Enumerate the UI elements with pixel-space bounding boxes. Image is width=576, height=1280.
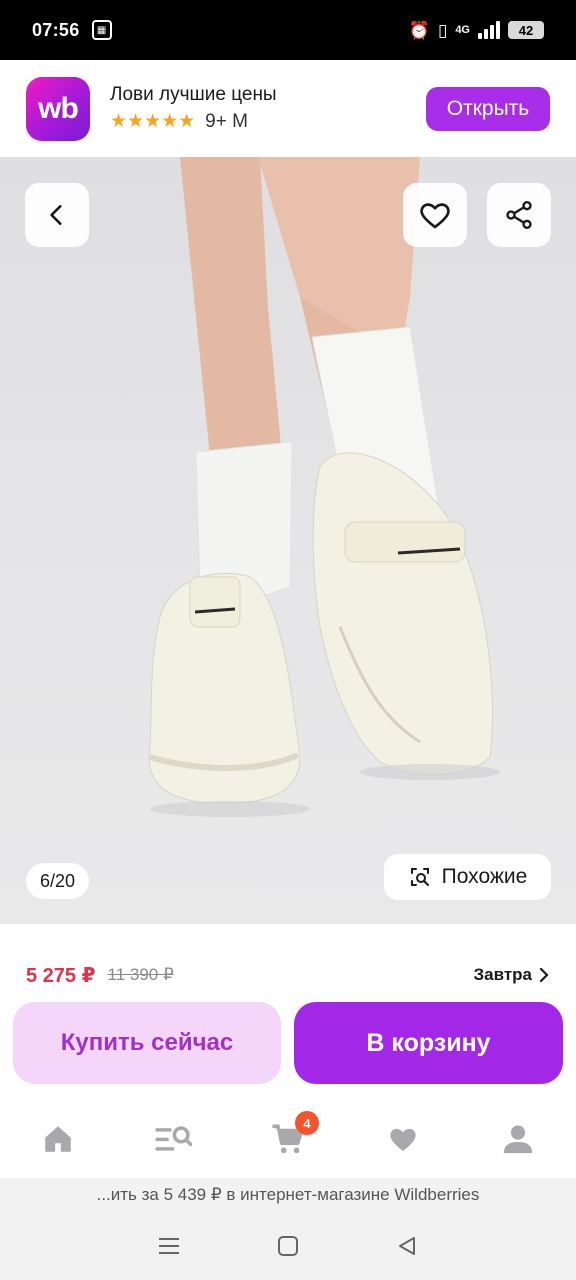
catalog-search-icon xyxy=(155,1126,192,1151)
home-nav-button[interactable] xyxy=(268,1226,308,1266)
vibrate-icon: ▯ xyxy=(437,20,448,40)
heart-icon xyxy=(390,1128,416,1151)
tab-cart[interactable]: 4 xyxy=(253,1109,323,1169)
similar-label: Похожие xyxy=(441,865,528,888)
share-icon xyxy=(506,201,532,229)
status-icons: ⏰ ▯ 4G 42 xyxy=(409,21,544,39)
back-nav-button[interactable] xyxy=(387,1226,427,1266)
tab-profile[interactable] xyxy=(483,1109,553,1169)
network-label: 4G xyxy=(455,24,470,36)
banner-title: Лови лучшие цены xyxy=(110,84,277,105)
share-button[interactable] xyxy=(487,183,551,247)
triangle-back-icon xyxy=(398,1237,415,1255)
image-search-icon xyxy=(410,868,429,886)
alarm-icon: ⏰ xyxy=(408,20,430,40)
image-counter: 6/20 xyxy=(26,863,90,899)
tab-home[interactable] xyxy=(23,1109,93,1169)
profile-icon xyxy=(504,1125,533,1154)
add-to-cart-button[interactable]: В корзину xyxy=(294,1002,563,1084)
heart-icon xyxy=(420,203,450,229)
back-button[interactable] xyxy=(25,183,89,247)
current-price: 5 275 ₽ xyxy=(26,964,96,987)
tab-favorites[interactable] xyxy=(368,1109,438,1169)
wildberries-logo: wb xyxy=(26,76,90,141)
browser-title-bar[interactable]: ...ить за 5 439 ₽ в интернет-магазине Wi… xyxy=(0,1178,576,1212)
chevron-right-icon xyxy=(539,968,549,982)
buy-now-button[interactable]: Купить сейчас xyxy=(13,1002,281,1084)
open-app-button[interactable]: Открыть xyxy=(426,86,550,131)
home-icon xyxy=(44,1126,71,1152)
banner-text: Лови лучшие цены ★★★★★ 9+ M xyxy=(110,84,277,133)
banner-rating: ★★★★★ 9+ M xyxy=(110,110,277,133)
notification-icon: ▦ xyxy=(91,20,112,40)
status-bar: 07:56 ▦ ⏰ ▯ 4G 42 xyxy=(0,0,576,60)
page-title-text: ...ить за 5 439 ₽ в интернет-магазине Wi… xyxy=(96,1185,480,1204)
similar-products-button[interactable]: Похожие xyxy=(384,854,551,900)
delivery-label: Завтра xyxy=(473,965,533,984)
chevron-left-icon xyxy=(50,205,62,225)
signal-icon xyxy=(478,21,500,39)
menu-icon xyxy=(159,1238,180,1254)
square-icon xyxy=(277,1236,298,1256)
battery-icon: 42 xyxy=(508,21,544,39)
app-install-banner: wb Лови лучшие цены ★★★★★ 9+ M Открыть xyxy=(0,60,576,157)
product-image-gallery[interactable]: 6/20 Похожие xyxy=(0,157,576,924)
favorite-button[interactable] xyxy=(403,183,467,247)
recent-apps-button[interactable] xyxy=(149,1226,189,1266)
age-rating: 9+ M xyxy=(205,110,248,132)
price-row: 5 275 ₽ 11 390 ₽ Завтра xyxy=(0,950,576,1000)
product-photo xyxy=(148,157,500,817)
tab-catalog[interactable] xyxy=(138,1109,208,1169)
bottom-tab-bar: 4 xyxy=(0,1100,576,1178)
rating-stars: ★★★★★ xyxy=(110,111,196,132)
status-time: 07:56 xyxy=(32,19,80,40)
delivery-date-link[interactable]: Завтра xyxy=(474,965,551,985)
old-price: 11 390 ₽ xyxy=(107,965,174,984)
cart-count-badge: 4 xyxy=(294,1111,319,1135)
android-navigation-bar xyxy=(0,1212,576,1280)
